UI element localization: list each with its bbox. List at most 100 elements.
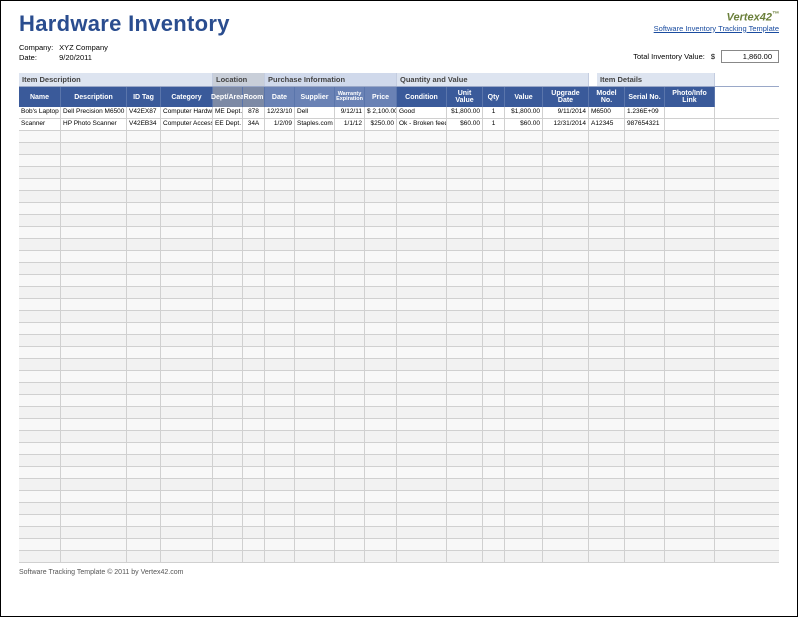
cell-empty[interactable] — [335, 227, 365, 238]
cell-empty[interactable] — [625, 179, 665, 190]
cell-empty[interactable] — [397, 539, 447, 550]
cell-empty[interactable] — [365, 311, 397, 322]
cell-empty[interactable] — [365, 527, 397, 538]
cell-empty[interactable] — [295, 419, 335, 430]
cell-empty[interactable] — [505, 467, 543, 478]
cell-empty[interactable] — [543, 227, 589, 238]
cell-empty[interactable] — [665, 443, 715, 454]
cell-empty[interactable] — [127, 323, 161, 334]
cell-empty[interactable] — [505, 443, 543, 454]
cell-empty[interactable] — [61, 155, 127, 166]
cell-empty[interactable] — [625, 215, 665, 226]
cell-empty[interactable] — [213, 491, 243, 502]
cell-empty[interactable] — [447, 323, 483, 334]
cell-empty[interactable] — [213, 179, 243, 190]
table-row-empty[interactable] — [19, 407, 779, 419]
cell-empty[interactable] — [505, 323, 543, 334]
cell-empty[interactable] — [161, 299, 213, 310]
cell-name[interactable]: Scanner — [19, 119, 61, 130]
cell-empty[interactable] — [243, 155, 265, 166]
cell-empty[interactable] — [665, 155, 715, 166]
cell-empty[interactable] — [61, 191, 127, 202]
cell-empty[interactable] — [19, 419, 61, 430]
cell-empty[interactable] — [589, 359, 625, 370]
cell-supplier[interactable]: Dell — [295, 107, 335, 118]
cell-empty[interactable] — [365, 335, 397, 346]
cell-empty[interactable] — [265, 299, 295, 310]
cell-empty[interactable] — [625, 467, 665, 478]
cell-empty[interactable] — [243, 263, 265, 274]
cell-empty[interactable] — [127, 311, 161, 322]
cell-empty[interactable] — [295, 359, 335, 370]
cell-empty[interactable] — [161, 347, 213, 358]
cell-empty[interactable] — [543, 155, 589, 166]
cell-empty[interactable] — [243, 419, 265, 430]
cell-cond[interactable]: Good — [397, 107, 447, 118]
cell-empty[interactable] — [543, 287, 589, 298]
table-row-empty[interactable] — [19, 215, 779, 227]
cell-empty[interactable] — [213, 395, 243, 406]
cell-empty[interactable] — [295, 347, 335, 358]
cell-empty[interactable] — [397, 155, 447, 166]
cell-empty[interactable] — [243, 335, 265, 346]
cell-empty[interactable] — [589, 347, 625, 358]
cell-empty[interactable] — [213, 443, 243, 454]
cell-empty[interactable] — [243, 407, 265, 418]
cell-empty[interactable] — [127, 491, 161, 502]
cell-empty[interactable] — [335, 479, 365, 490]
cell-empty[interactable] — [335, 407, 365, 418]
cell-empty[interactable] — [61, 335, 127, 346]
cell-empty[interactable] — [397, 299, 447, 310]
cell-empty[interactable] — [543, 383, 589, 394]
cell-empty[interactable] — [665, 467, 715, 478]
cell-empty[interactable] — [265, 347, 295, 358]
cell-empty[interactable] — [265, 419, 295, 430]
cell-empty[interactable] — [161, 419, 213, 430]
cell-empty[interactable] — [335, 203, 365, 214]
cell-empty[interactable] — [19, 491, 61, 502]
cell-empty[interactable] — [625, 131, 665, 142]
cell-empty[interactable] — [161, 335, 213, 346]
cell-empty[interactable] — [625, 443, 665, 454]
cell-empty[interactable] — [295, 263, 335, 274]
cell-empty[interactable] — [127, 191, 161, 202]
cell-empty[interactable] — [543, 491, 589, 502]
cell-empty[interactable] — [483, 383, 505, 394]
cell-empty[interactable] — [335, 491, 365, 502]
cell-empty[interactable] — [295, 383, 335, 394]
cell-room[interactable]: 878 — [243, 107, 265, 118]
cell-empty[interactable] — [61, 227, 127, 238]
cell-empty[interactable] — [265, 203, 295, 214]
cell-empty[interactable] — [127, 431, 161, 442]
table-row-empty[interactable] — [19, 299, 779, 311]
cell-empty[interactable] — [213, 143, 243, 154]
cell-empty[interactable] — [213, 131, 243, 142]
cell-empty[interactable] — [243, 203, 265, 214]
cell-empty[interactable] — [265, 191, 295, 202]
cell-empty[interactable] — [295, 551, 335, 562]
cell-warranty[interactable]: 9/12/11 — [335, 107, 365, 118]
cell-empty[interactable] — [61, 179, 127, 190]
cell-empty[interactable] — [447, 443, 483, 454]
cell-empty[interactable] — [365, 215, 397, 226]
cell-empty[interactable] — [335, 179, 365, 190]
cell-empty[interactable] — [127, 479, 161, 490]
cell-empty[interactable] — [335, 299, 365, 310]
cell-empty[interactable] — [483, 347, 505, 358]
cell-empty[interactable] — [447, 515, 483, 526]
cell-empty[interactable] — [543, 311, 589, 322]
cell-empty[interactable] — [265, 515, 295, 526]
cell-empty[interactable] — [19, 479, 61, 490]
cell-empty[interactable] — [213, 539, 243, 550]
cell-empty[interactable] — [505, 287, 543, 298]
cell-empty[interactable] — [265, 455, 295, 466]
cell-empty[interactable] — [483, 323, 505, 334]
cell-empty[interactable] — [665, 407, 715, 418]
cell-empty[interactable] — [589, 155, 625, 166]
cell-empty[interactable] — [265, 227, 295, 238]
cell-empty[interactable] — [213, 299, 243, 310]
cell-empty[interactable] — [61, 479, 127, 490]
cell-empty[interactable] — [589, 239, 625, 250]
cell-empty[interactable] — [589, 503, 625, 514]
cell-empty[interactable] — [365, 539, 397, 550]
